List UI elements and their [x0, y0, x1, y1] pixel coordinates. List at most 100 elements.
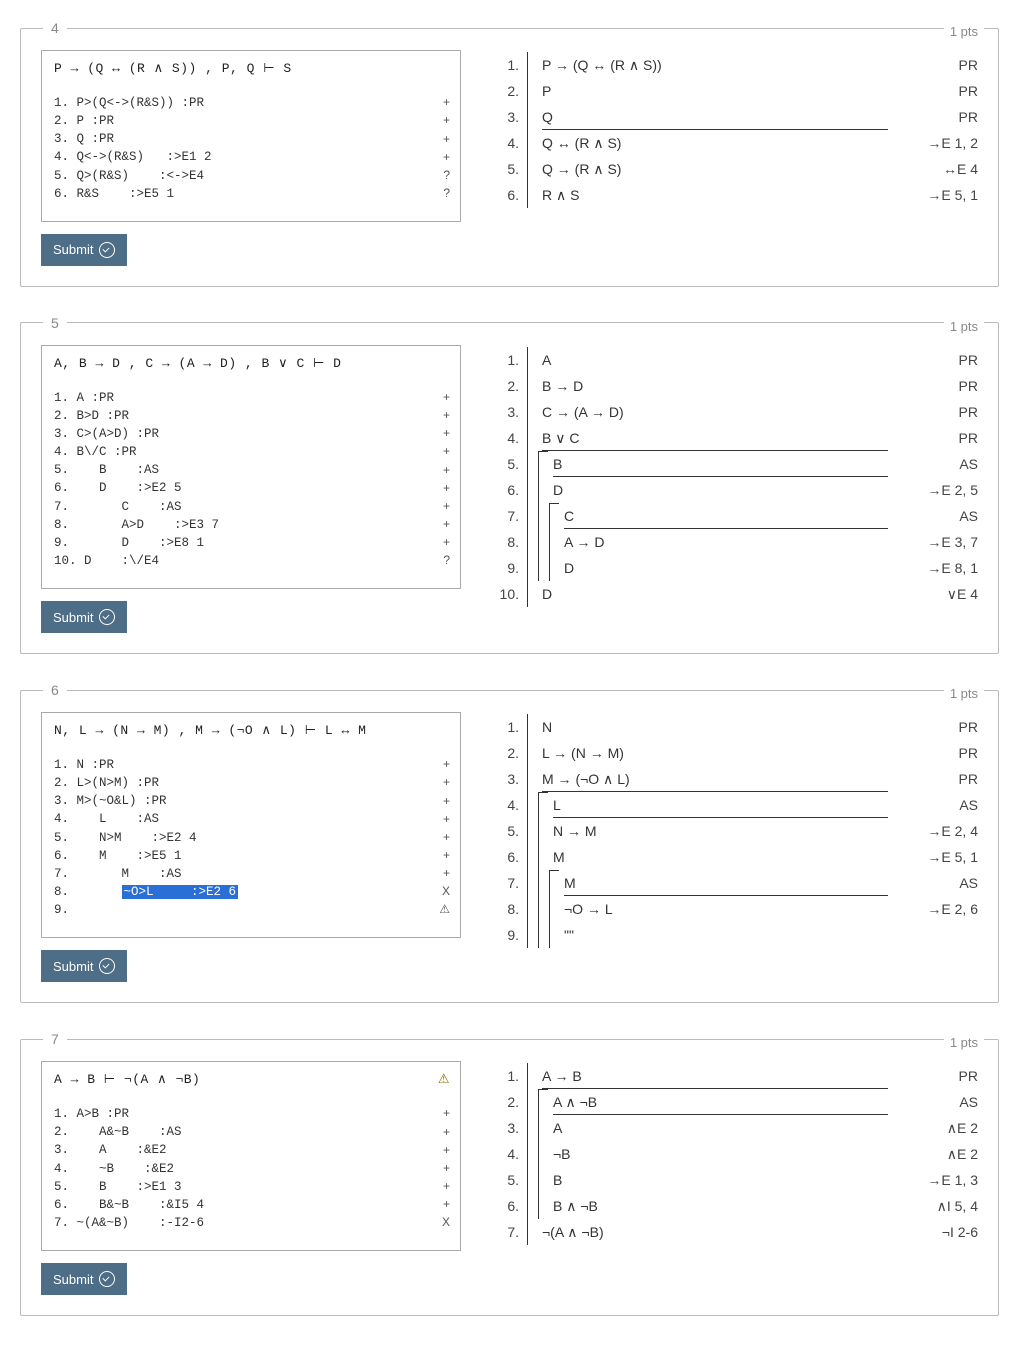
line-mark: +: [430, 793, 450, 810]
line-mark: ?: [430, 185, 450, 202]
work-line[interactable]: 1. P>(Q<->(R&S)) :PR+: [54, 94, 450, 112]
proof-row: 4.LAS: [491, 792, 978, 818]
rendered-proof: 1.P → (Q ↔ (R ∧ S))PR2.PPR3.QPR4.Q ↔ (R …: [491, 52, 978, 208]
work-line[interactable]: 2. P :PR+: [54, 112, 450, 130]
submit-button[interactable]: Submit: [41, 601, 127, 633]
proof-row: 1.P → (Q ↔ (R ∧ S))PR: [491, 52, 978, 78]
question: 5 1 pts A, B → D , C → (A → D) , B ∨ C ⊢ D…: [20, 315, 999, 654]
work-line[interactable]: 4. L :AS+: [54, 810, 450, 828]
line-mark: +: [430, 774, 450, 791]
work-line[interactable]: 1. A>B :PR+: [54, 1105, 450, 1123]
proof-workbox[interactable]: N, L → (N → M) , M → (¬O ∧ L) ⊢ L ↔ M 1. …: [41, 712, 461, 938]
proof-row: 7.MAS: [491, 870, 978, 896]
work-lines[interactable]: 1. A :PR+2. B>D :PR+3. C>(A>D) :PR+4. B\…: [54, 389, 450, 570]
points-label: 1 pts: [944, 319, 984, 334]
line-mark: ?: [430, 552, 450, 569]
work-line[interactable]: 10. D :\/E4?: [54, 552, 450, 570]
proof-row: 5.N → M→E 2, 4: [491, 818, 978, 844]
proof-row: 8.A → D→E 3, 7: [491, 529, 978, 555]
question: 61 ptsN, L → (N → M) , M → (¬O ∧ L) ⊢ L …: [20, 682, 999, 1003]
question: 4 1 pts P → (Q ↔ (R ∧ S)) , P, Q ⊢ S 1. P>(…: [20, 20, 999, 287]
work-line[interactable]: 4. ~B :&E2+: [54, 1160, 450, 1178]
proof-row: 3.QPR: [491, 104, 978, 130]
proof-row: 5.B→E 1, 3: [491, 1167, 978, 1193]
work-line[interactable]: 7. C :AS+: [54, 498, 450, 516]
work-line[interactable]: 3. C>(A>D) :PR+: [54, 425, 450, 443]
work-line[interactable]: 3. Q :PR+: [54, 130, 450, 148]
work-line[interactable]: 1. N :PR+: [54, 756, 450, 774]
sequent-text: A, B → D , C → (A → D) , B ∨ C ⊢ D: [54, 356, 450, 371]
work-line[interactable]: 6. M :>E5 1+: [54, 847, 450, 865]
line-mark: X: [430, 1214, 450, 1231]
line-mark: +: [430, 443, 450, 460]
work-line[interactable]: 9. D :>E8 1+: [54, 534, 450, 552]
rendered-proof: 1.A → BPR2.A ∧ ¬BAS3.A∧E 24.¬B∧E 25.B→E …: [491, 1063, 978, 1245]
proof-row: 3.C → (A → D)PR: [491, 399, 978, 425]
proof-row: 4.B ∨ CPR: [491, 425, 978, 451]
work-line[interactable]: 5. Q>(R&S) :<->E4?: [54, 167, 450, 185]
work-line[interactable]: 1. A :PR+: [54, 389, 450, 407]
line-mark: ?: [430, 167, 450, 184]
sequent-text: N, L → (N → M) , M → (¬O ∧ L) ⊢ L ↔ M: [54, 723, 450, 738]
proof-row: 1.APR: [491, 347, 978, 373]
work-line[interactable]: 6. R&S :>E5 1?: [54, 185, 450, 203]
work-line[interactable]: 2. B>D :PR+: [54, 407, 450, 425]
line-mark: +: [430, 756, 450, 773]
work-line[interactable]: 5. B :>E1 3+: [54, 1178, 450, 1196]
submit-button[interactable]: Submit: [41, 950, 127, 982]
work-line[interactable]: 3. M>(~O&L) :PR+: [54, 792, 450, 810]
sequent-text: A → B ⊢ ¬(A ∧ ¬B)⚠: [54, 1072, 450, 1087]
work-line[interactable]: 2. L>(N>M) :PR+: [54, 774, 450, 792]
submit-button[interactable]: Submit: [41, 1263, 127, 1295]
proof-row: 7.¬(A ∧ ¬B)¬I 2-6: [491, 1219, 978, 1245]
proof-row: 2.B → DPR: [491, 373, 978, 399]
points-label: 1 pts: [944, 24, 984, 39]
rendered-proof: 1.NPR2.L → (N → M)PR3.M → (¬O ∧ L)PR4.LA…: [491, 714, 978, 948]
points-label: 1 pts: [944, 1035, 984, 1050]
question-number: 4: [43, 20, 67, 36]
proof-row: 1.NPR: [491, 714, 978, 740]
work-lines[interactable]: 1. P>(Q<->(R&S)) :PR+2. P :PR+3. Q :PR+4…: [54, 94, 450, 203]
work-line[interactable]: 6. D :>E2 5+: [54, 479, 450, 497]
proof-row: 8.¬O → L→E 2, 6: [491, 896, 978, 922]
work-line[interactable]: 4. B\/C :PR+: [54, 443, 450, 461]
work-line[interactable]: 8. A>D :>E3 7+: [54, 516, 450, 534]
work-line[interactable]: 5. B :AS+: [54, 461, 450, 479]
work-line[interactable]: 9.⚠: [54, 901, 450, 919]
line-mark: +: [430, 498, 450, 515]
line-mark: +: [430, 94, 450, 111]
check-circle-icon: [99, 609, 115, 625]
proof-row: 4.Q ↔ (R ∧ S)→E 1, 2: [491, 130, 978, 156]
work-lines[interactable]: 1. N :PR+2. L>(N>M) :PR+3. M>(~O&L) :PR+…: [54, 756, 450, 919]
submit-button[interactable]: Submit: [41, 234, 127, 266]
work-line[interactable]: 2. A&~B :AS+: [54, 1123, 450, 1141]
check-circle-icon: [99, 242, 115, 258]
work-line[interactable]: 3. A :&E2+: [54, 1141, 450, 1159]
work-line[interactable]: 7. M :AS+: [54, 865, 450, 883]
sequent-text: P → (Q ↔ (R ∧ S)) , P, Q ⊢ S: [54, 61, 450, 76]
work-line[interactable]: 4. Q<->(R&S) :>E1 2+: [54, 148, 450, 166]
line-mark: +: [430, 407, 450, 424]
proof-row: 4.¬B∧E 2: [491, 1141, 978, 1167]
proof-row: 6.B ∧ ¬B∧I 5, 4: [491, 1193, 978, 1219]
line-mark: +: [430, 149, 450, 166]
proof-workbox[interactable]: P → (Q ↔ (R ∧ S)) , P, Q ⊢ S 1. P>(Q<->(R…: [41, 50, 461, 222]
question: 71 ptsA → B ⊢ ¬(A ∧ ¬B)⚠1. A>B :PR+2. A&…: [20, 1031, 999, 1316]
proof-workbox[interactable]: A → B ⊢ ¬(A ∧ ¬B)⚠ 1. A>B :PR+2. A&~B :AS…: [41, 1061, 461, 1251]
work-line[interactable]: 6. B&~B :&I5 4+: [54, 1196, 450, 1214]
work-lines[interactable]: 1. A>B :PR+2. A&~B :AS+3. A :&E2+4. ~B :…: [54, 1105, 450, 1232]
line-mark: +: [430, 480, 450, 497]
line-mark: +: [430, 389, 450, 406]
proof-row: 5.BAS: [491, 451, 978, 477]
line-mark: +: [430, 1196, 450, 1213]
line-mark: +: [430, 811, 450, 828]
work-line[interactable]: 5. N>M :>E2 4+: [54, 829, 450, 847]
line-mark: +: [430, 462, 450, 479]
work-line[interactable]: 7. ~(A&~B) :-I2-6X: [54, 1214, 450, 1232]
proof-row: 3.A∧E 2: [491, 1115, 978, 1141]
proof-row: 3.M → (¬O ∧ L)PR: [491, 766, 978, 792]
question-number: 6: [43, 682, 67, 698]
proof-workbox[interactable]: A, B → D , C → (A → D) , B ∨ C ⊢ D 1. A :…: [41, 345, 461, 589]
work-line[interactable]: 8. ~O>L :>E2 6X: [54, 883, 450, 901]
question-number: 5: [43, 315, 67, 331]
